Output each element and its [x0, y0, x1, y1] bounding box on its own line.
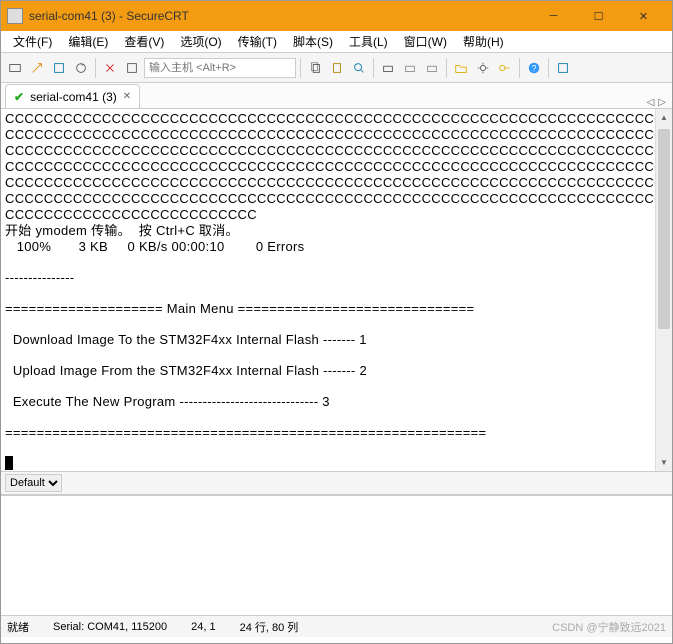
- menu-transfer[interactable]: 传输(T): [230, 31, 285, 52]
- print3-icon[interactable]: [422, 58, 442, 78]
- tab-prev-icon[interactable]: ◁: [647, 97, 655, 108]
- status-dot-icon: ✔: [14, 90, 24, 104]
- menu-options[interactable]: 选项(O): [172, 31, 229, 52]
- folder-icon[interactable]: [451, 58, 471, 78]
- menu-file[interactable]: 文件(F): [5, 31, 60, 52]
- tab-nav: ◁ ▷: [647, 97, 672, 108]
- host-input[interactable]: [144, 58, 296, 78]
- scroll-up-icon[interactable]: ▲: [656, 109, 672, 126]
- tab-label: serial-com41 (3): [30, 90, 117, 104]
- cursor: [5, 456, 13, 470]
- help-icon[interactable]: ?: [524, 58, 544, 78]
- menubar: 文件(F) 编辑(E) 查看(V) 选项(O) 传输(T) 脚本(S) 工具(L…: [1, 31, 672, 53]
- tab-close-icon[interactable]: ✕: [123, 91, 131, 102]
- style-select[interactable]: Default: [5, 474, 62, 492]
- key-icon[interactable]: [495, 58, 515, 78]
- status-screen-size: 24 行, 80 列: [240, 619, 299, 635]
- maximize-button[interactable]: ☐: [576, 2, 621, 30]
- tabbar: ✔ serial-com41 (3) ✕ ◁ ▷: [1, 83, 672, 109]
- minimize-button[interactable]: ─: [531, 2, 576, 30]
- connect-icon[interactable]: [5, 58, 25, 78]
- window-title: serial-com41 (3) - SecureCRT: [29, 9, 531, 23]
- session-icon[interactable]: [49, 58, 69, 78]
- toolbar: ?: [1, 53, 672, 83]
- disconnect-icon[interactable]: [100, 58, 120, 78]
- paste-icon[interactable]: [327, 58, 347, 78]
- statusbar: 就绪 Serial: COM41, 115200 24, 1 24 行, 80 …: [1, 615, 672, 637]
- menu-window[interactable]: 窗口(W): [396, 31, 455, 52]
- tab-next-icon[interactable]: ▷: [658, 97, 666, 108]
- scrollbar[interactable]: ▲ ▼: [655, 109, 672, 471]
- menu-edit[interactable]: 编辑(E): [60, 31, 116, 52]
- titlebar: serial-com41 (3) - SecureCRT ─ ☐ ✕: [1, 1, 672, 31]
- scroll-down-icon[interactable]: ▼: [656, 454, 672, 471]
- status-cursor-pos: 24, 1: [191, 621, 215, 633]
- options-icon[interactable]: [122, 58, 142, 78]
- extra-icon[interactable]: [553, 58, 573, 78]
- status-connection: Serial: COM41, 115200: [53, 621, 167, 633]
- copy-icon[interactable]: [305, 58, 325, 78]
- print-icon[interactable]: [378, 58, 398, 78]
- terminal-area: CCCCCCCCCCCCCCCCCCCCCCCCCCCCCCCCCCCCCCCC…: [1, 109, 672, 471]
- menu-tools[interactable]: 工具(L): [341, 31, 396, 52]
- reconnect-icon[interactable]: [71, 58, 91, 78]
- quick-connect-icon[interactable]: [27, 58, 47, 78]
- menu-script[interactable]: 脚本(S): [285, 31, 341, 52]
- style-bar: Default: [1, 471, 672, 495]
- print2-icon[interactable]: [400, 58, 420, 78]
- watermark: CSDN @宁静致远2021: [552, 619, 666, 635]
- session-tab[interactable]: ✔ serial-com41 (3) ✕: [5, 84, 140, 108]
- scroll-thumb[interactable]: [658, 129, 670, 329]
- app-icon: [7, 8, 23, 24]
- svg-text:?: ?: [532, 63, 537, 73]
- menu-help[interactable]: 帮助(H): [455, 31, 512, 52]
- chat-pane[interactable]: [1, 495, 672, 615]
- terminal[interactable]: CCCCCCCCCCCCCCCCCCCCCCCCCCCCCCCCCCCCCCCC…: [1, 109, 655, 471]
- settings-icon[interactable]: [473, 58, 493, 78]
- menu-view[interactable]: 查看(V): [116, 31, 172, 52]
- close-button[interactable]: ✕: [621, 2, 666, 30]
- status-ready: 就绪: [7, 619, 29, 635]
- find-icon[interactable]: [349, 58, 369, 78]
